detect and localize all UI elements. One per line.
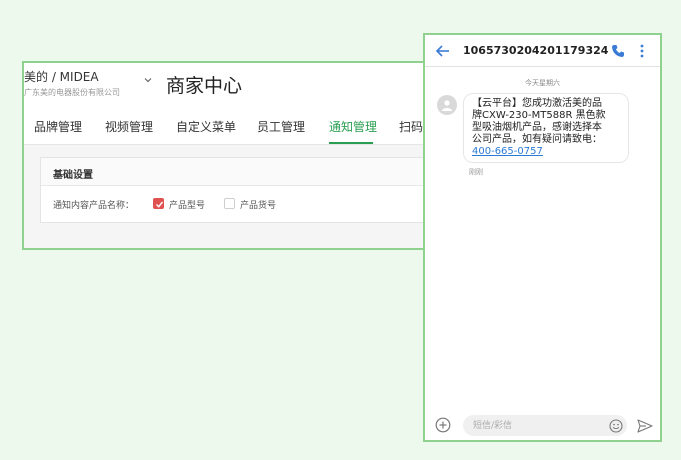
add-attachment-icon[interactable] <box>435 417 451 433</box>
message-time: 刚刚 <box>469 168 483 176</box>
person-icon <box>442 100 452 111</box>
more-options-icon[interactable] <box>639 43 645 59</box>
tab-staff-management[interactable]: 员工管理 <box>257 118 305 135</box>
message-date: 今天星期六 <box>525 79 560 87</box>
phone-number-link[interactable]: 400-665-0757 <box>472 146 543 157</box>
message-line: 公司产品，如有疑问请致电： <box>472 134 602 145</box>
message-line: 牌CXW-230-MT588R 黑色款 <box>472 110 606 121</box>
conversation-header: 1065730204201179324 <box>425 35 660 67</box>
back-arrow-icon[interactable] <box>435 43 451 59</box>
check-icon <box>156 201 164 208</box>
product-model-label: 产品型号 <box>169 201 206 211</box>
page-title: 商家中心 <box>166 75 243 97</box>
phone-call-icon[interactable] <box>611 44 625 58</box>
message-input[interactable] <box>463 415 627 436</box>
tab-notification-management[interactable]: 通知管理 <box>329 118 377 135</box>
merchant-admin-panel: 美的 / MIDEA 广东美的电器股份有限公司 商家中心 品牌管理 视频管理 自… <box>22 61 426 250</box>
active-tab-indicator <box>329 142 373 144</box>
company-name: 广东美的电器股份有限公司 <box>24 88 120 97</box>
basic-settings-card: 基础设置 通知内容产品名称： 产品型号 产品货号 <box>40 157 424 223</box>
chevron-down-icon[interactable] <box>143 75 153 85</box>
sms-conversation-panel: 1065730204201179324 今天星期六 【云平台】您成功激活美的品 … <box>423 33 662 442</box>
message-line: 【云平台】您成功激活美的品 <box>472 98 602 109</box>
sender-number: 1065730204201179324 <box>463 44 609 57</box>
top-nav: 品牌管理 视频管理 自定义菜单 员工管理 通知管理 扫码激 <box>24 105 424 145</box>
message-bubble: 【云平台】您成功激活美的品 牌CXW-230-MT588R 黑色款 型吸油烟机产… <box>463 93 629 163</box>
emoji-icon[interactable] <box>609 419 623 433</box>
compose-bar <box>425 411 660 440</box>
card-header: 基础设置 <box>41 158 424 186</box>
tab-scan-activation[interactable]: 扫码激 <box>399 118 424 135</box>
content-area: 基础设置 通知内容产品名称： 产品型号 产品货号 <box>24 145 424 248</box>
product-model-checkbox[interactable] <box>153 198 164 209</box>
brand-name: 美的 / MIDEA <box>24 70 99 84</box>
sender-avatar <box>437 95 457 115</box>
tab-custom-menu[interactable]: 自定义菜单 <box>176 118 236 135</box>
send-icon[interactable] <box>637 419 653 433</box>
card-title: 基础设置 <box>53 170 93 181</box>
message-line: 型吸油烟机产品，感谢选择本 <box>472 122 602 133</box>
product-sku-label: 产品货号 <box>240 201 277 211</box>
tab-video-management[interactable]: 视频管理 <box>105 118 153 135</box>
tab-brand-management[interactable]: 品牌管理 <box>34 118 82 135</box>
product-sku-checkbox[interactable] <box>224 198 235 209</box>
notification-product-name-label: 通知内容产品名称： <box>53 201 135 211</box>
